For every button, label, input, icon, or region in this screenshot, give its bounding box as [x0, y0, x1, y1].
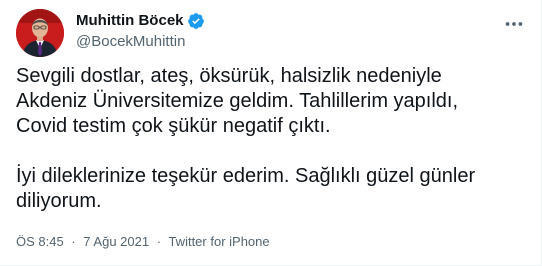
tweet-card: Muhittin Böcek @BocekMuhittin Sevgili do…: [0, 0, 542, 266]
author-name-row: Muhittin Böcek: [76, 11, 205, 31]
author-name[interactable]: Muhittin Böcek: [76, 11, 184, 31]
verified-badge-icon: [187, 12, 205, 30]
meta-separator: ·: [71, 234, 76, 249]
tweet-paragraph-1: Sevgili dostlar, ateş, öksürük, halsizli…: [16, 65, 459, 137]
tweet-time[interactable]: ÖS 8:45: [16, 234, 64, 249]
more-options-button[interactable]: [499, 13, 529, 35]
tweet-text: Sevgili dostlar, ateş, öksürük, halsizli…: [16, 64, 526, 214]
tweet-source[interactable]: Twitter for iPhone: [168, 234, 269, 249]
more-options-icon: [505, 22, 523, 26]
author-avatar[interactable]: [16, 9, 64, 57]
tweet-date[interactable]: 7 Ağu 2021: [83, 234, 149, 249]
tweet-meta: ÖS 8:45 · 7 Ağu 2021 · Twitter for iPhon…: [16, 234, 270, 250]
avatar-photo: [16, 9, 64, 57]
meta-separator: ·: [156, 234, 162, 249]
tweet-paragraph-2: İyi dileklerinize teşekür ederim. Sağlık…: [16, 165, 476, 212]
author-handle[interactable]: @BocekMuhittin: [76, 33, 185, 51]
